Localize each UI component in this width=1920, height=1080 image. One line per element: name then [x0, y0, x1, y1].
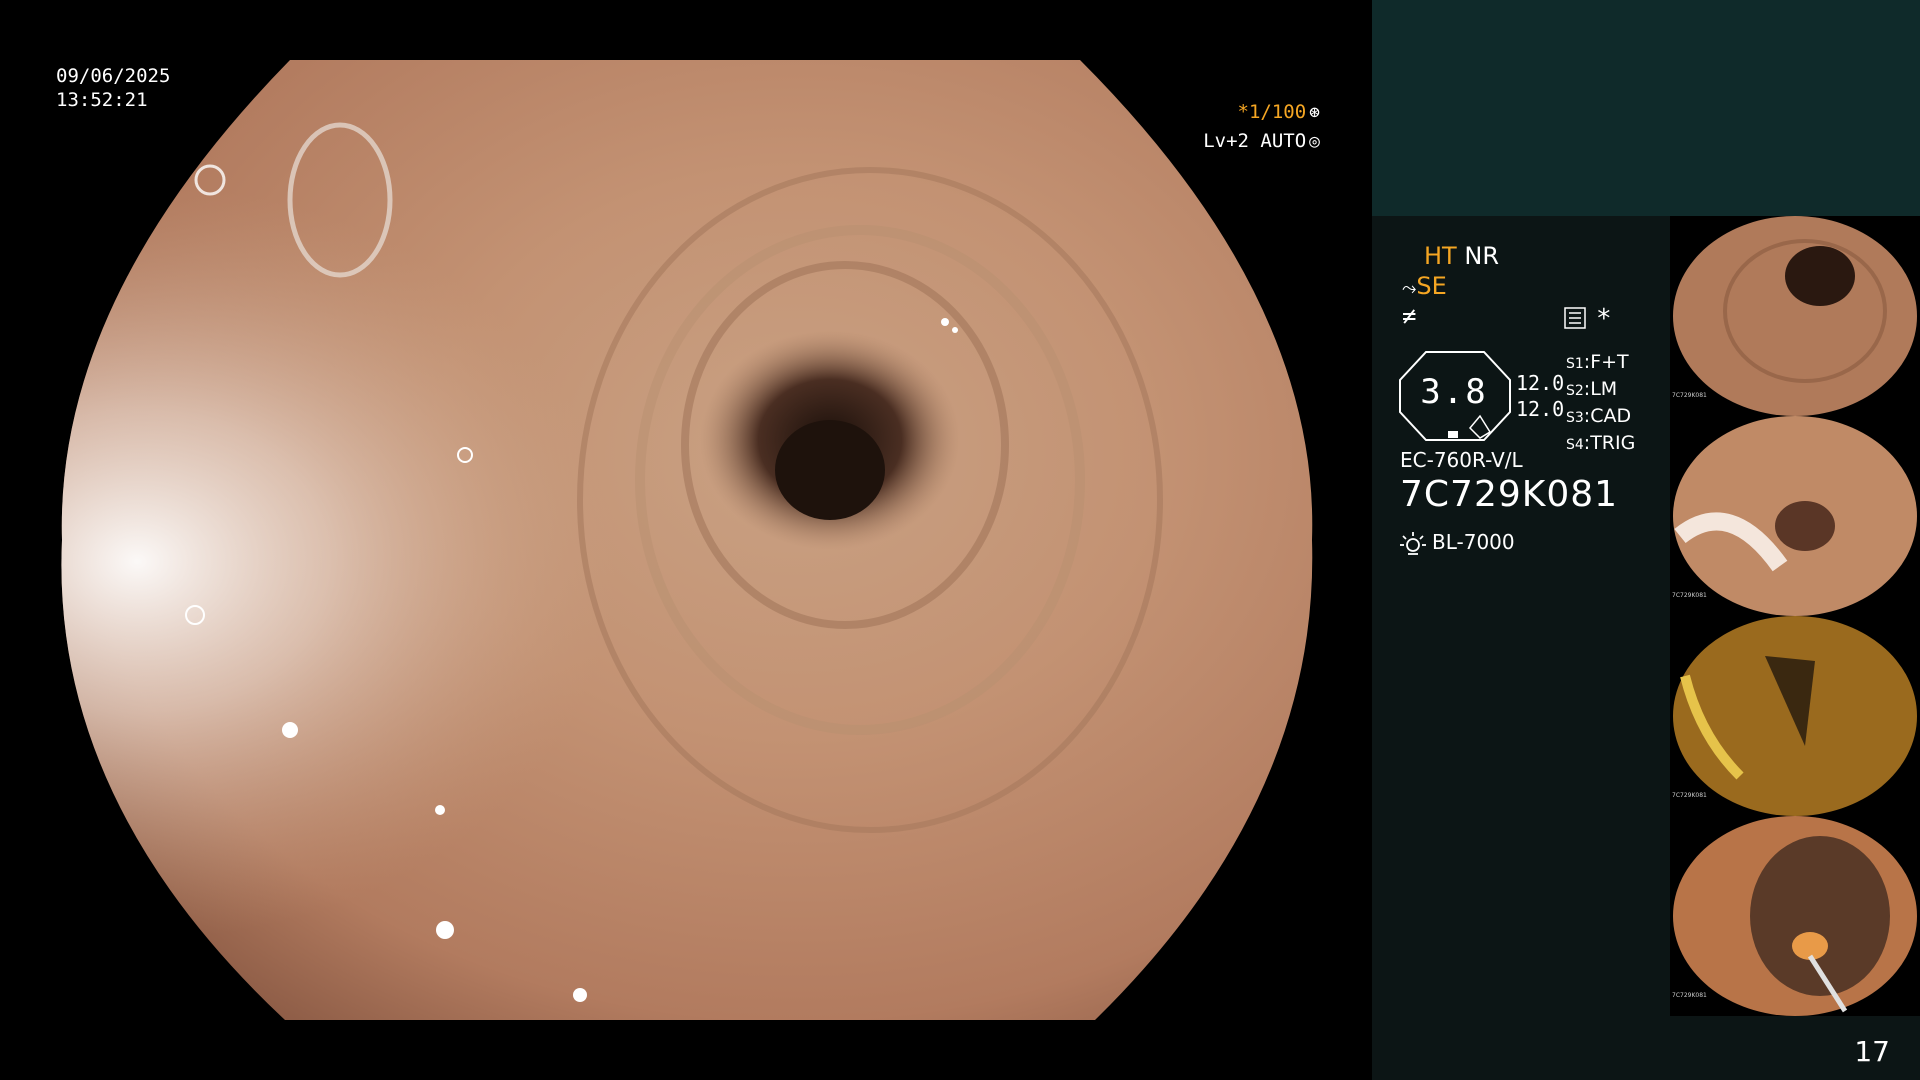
se-label: SE	[1416, 272, 1447, 300]
se-status: ⤳SE	[1402, 272, 1447, 300]
thumbnail-image	[1673, 816, 1917, 1016]
numeric-values: 12.0 12.0	[1516, 370, 1564, 422]
thumbnail-serial: 7C729K081	[1672, 992, 1707, 999]
star-marker: *	[1596, 304, 1612, 334]
thumbnail-1[interactable]: 7C729K081	[1670, 216, 1920, 416]
slot-s4: S4:TRIG	[1566, 432, 1636, 454]
thumbnail-serial: 7C729K081	[1672, 792, 1707, 799]
thumbnail-serial: 7C729K081	[1672, 392, 1707, 399]
slot-s2: S2:LM	[1566, 378, 1618, 400]
exposure-indicators: *1/100 ⊛ Lv+2 AUTO ◎	[1203, 98, 1320, 156]
scope-serial: 7C729K081	[1400, 474, 1619, 515]
ht-nr-status: HT NR	[1424, 242, 1499, 270]
panel-header-area	[1372, 0, 1920, 216]
thumbnail-3[interactable]: 7C729K081	[1670, 616, 1920, 816]
thumbnail-image	[1673, 416, 1917, 616]
time-text: 13:52:21	[56, 89, 148, 111]
slot-s3: S3:CAD	[1566, 405, 1632, 427]
thumbnail-strip: 7C729K081 7C729K081 7C729K081 7C729K081	[1670, 216, 1920, 1016]
thumbnail-image	[1673, 616, 1917, 816]
scope-curve-icon: ⤳	[1402, 278, 1417, 299]
thumbnail-serial: 7C729K081	[1672, 592, 1707, 599]
nr-label: NR	[1464, 242, 1499, 270]
date-text: 09/06/2025	[56, 65, 171, 87]
switch-assignments: S1:F+T S2:LM S3:CAD S4:TRIG	[1566, 350, 1635, 458]
auto-iris-icon: ◎	[1309, 131, 1320, 152]
thumbnail-image	[1673, 216, 1917, 416]
octagon-value: 3.8	[1420, 372, 1488, 412]
shutter-text: *1/100	[1237, 101, 1307, 123]
thumbnail-2[interactable]: 7C729K081	[1670, 416, 1920, 616]
f-symbol-icon: ≠	[1402, 302, 1417, 330]
aperture-icon: ⊛	[1309, 102, 1320, 123]
endoscope-main-view: 09/06/2025 13:52:21 *1/100 ⊛ Lv+2 AUTO ◎	[0, 0, 1372, 1080]
value-2: 12.0	[1516, 397, 1565, 421]
light-bulb-icon	[1400, 531, 1426, 555]
light-source: BL-7000	[1400, 530, 1515, 557]
page-number: 17	[1854, 1035, 1890, 1068]
settings-list-icon	[1564, 307, 1586, 329]
value-1: 12.0	[1516, 371, 1565, 395]
slot-s1: S1:F+T	[1566, 351, 1629, 373]
light-source-label: BL-7000	[1432, 530, 1515, 554]
ht-label: HT	[1424, 242, 1457, 270]
level-text: Lv+2 AUTO	[1203, 130, 1307, 152]
timestamp: 09/06/2025 13:52:21	[56, 64, 170, 112]
endoscopic-image	[61, 60, 1313, 1020]
scope-model: EC-760R-V/L	[1400, 448, 1523, 472]
thumbnail-4[interactable]: 7C729K081	[1670, 816, 1920, 1016]
